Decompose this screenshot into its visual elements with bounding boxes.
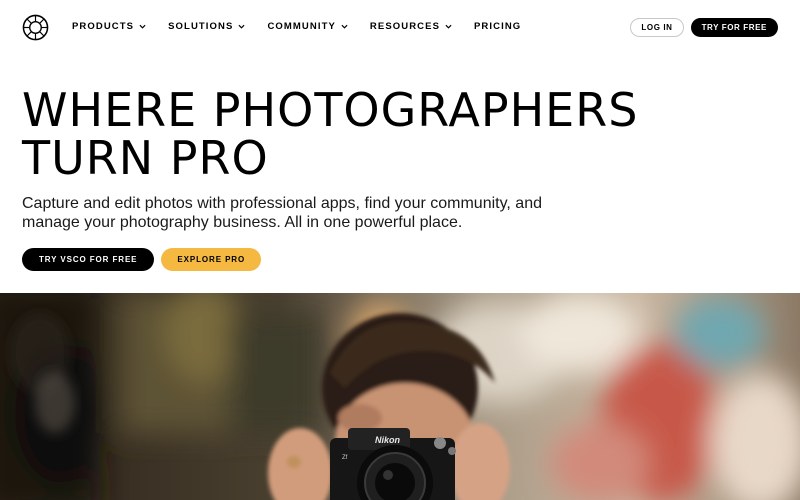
vsco-logo-icon[interactable] xyxy=(22,14,49,41)
photographer-with-camera-image: Nikon Zf xyxy=(0,293,800,500)
try-vsco-free-button[interactable]: TRY VSCO FOR FREE xyxy=(22,248,155,271)
hero-subtitle-line: manage your photography business. All in… xyxy=(22,214,463,231)
camera-brand-text: Nikon xyxy=(375,435,401,445)
hero-title: WHERE PHOTOGRAPHERS TURN PRO xyxy=(22,86,762,182)
nav-item-community[interactable]: COMMUNITY xyxy=(267,21,348,32)
nav-actions: LOG IN TRY FOR FREE xyxy=(630,18,778,37)
hero-title-line: TURN PRO xyxy=(22,131,269,185)
svg-text:Zf: Zf xyxy=(342,455,348,461)
nav-item-label: SOLUTIONS xyxy=(168,21,234,32)
chevron-down-icon xyxy=(445,24,452,29)
hero-subtitle-line: Capture and edit photos with professiona… xyxy=(22,195,542,212)
nav-item-label: COMMUNITY xyxy=(267,21,336,32)
top-navigation: PRODUCTS SOLUTIONS COMMUNITY RESOURCES P… xyxy=(0,0,800,54)
hero-title-line: WHERE PHOTOGRAPHERS xyxy=(22,83,639,137)
nav-item-label: PRICING xyxy=(474,21,522,32)
nav-item-resources[interactable]: RESOURCES xyxy=(370,21,452,32)
nav-item-solutions[interactable]: SOLUTIONS xyxy=(168,21,245,32)
nav-item-label: PRODUCTS xyxy=(72,21,135,32)
nav-item-products[interactable]: PRODUCTS xyxy=(72,21,146,32)
try-for-free-button[interactable]: TRY FOR FREE xyxy=(690,18,778,37)
chevron-down-icon xyxy=(238,24,245,29)
hero-subtitle: Capture and edit photos with professiona… xyxy=(22,194,582,232)
chevron-down-icon xyxy=(341,24,348,29)
hero-cta-row: TRY VSCO FOR FREE EXPLORE PRO xyxy=(22,248,262,271)
chevron-down-icon xyxy=(139,24,146,29)
nav-menu: PRODUCTS SOLUTIONS COMMUNITY RESOURCES P… xyxy=(72,21,543,32)
nav-item-pricing[interactable]: PRICING xyxy=(474,21,521,32)
login-button[interactable]: LOG IN xyxy=(630,18,684,37)
nav-item-label: RESOURCES xyxy=(369,21,440,32)
explore-pro-button[interactable]: EXPLORE PRO xyxy=(161,248,262,271)
